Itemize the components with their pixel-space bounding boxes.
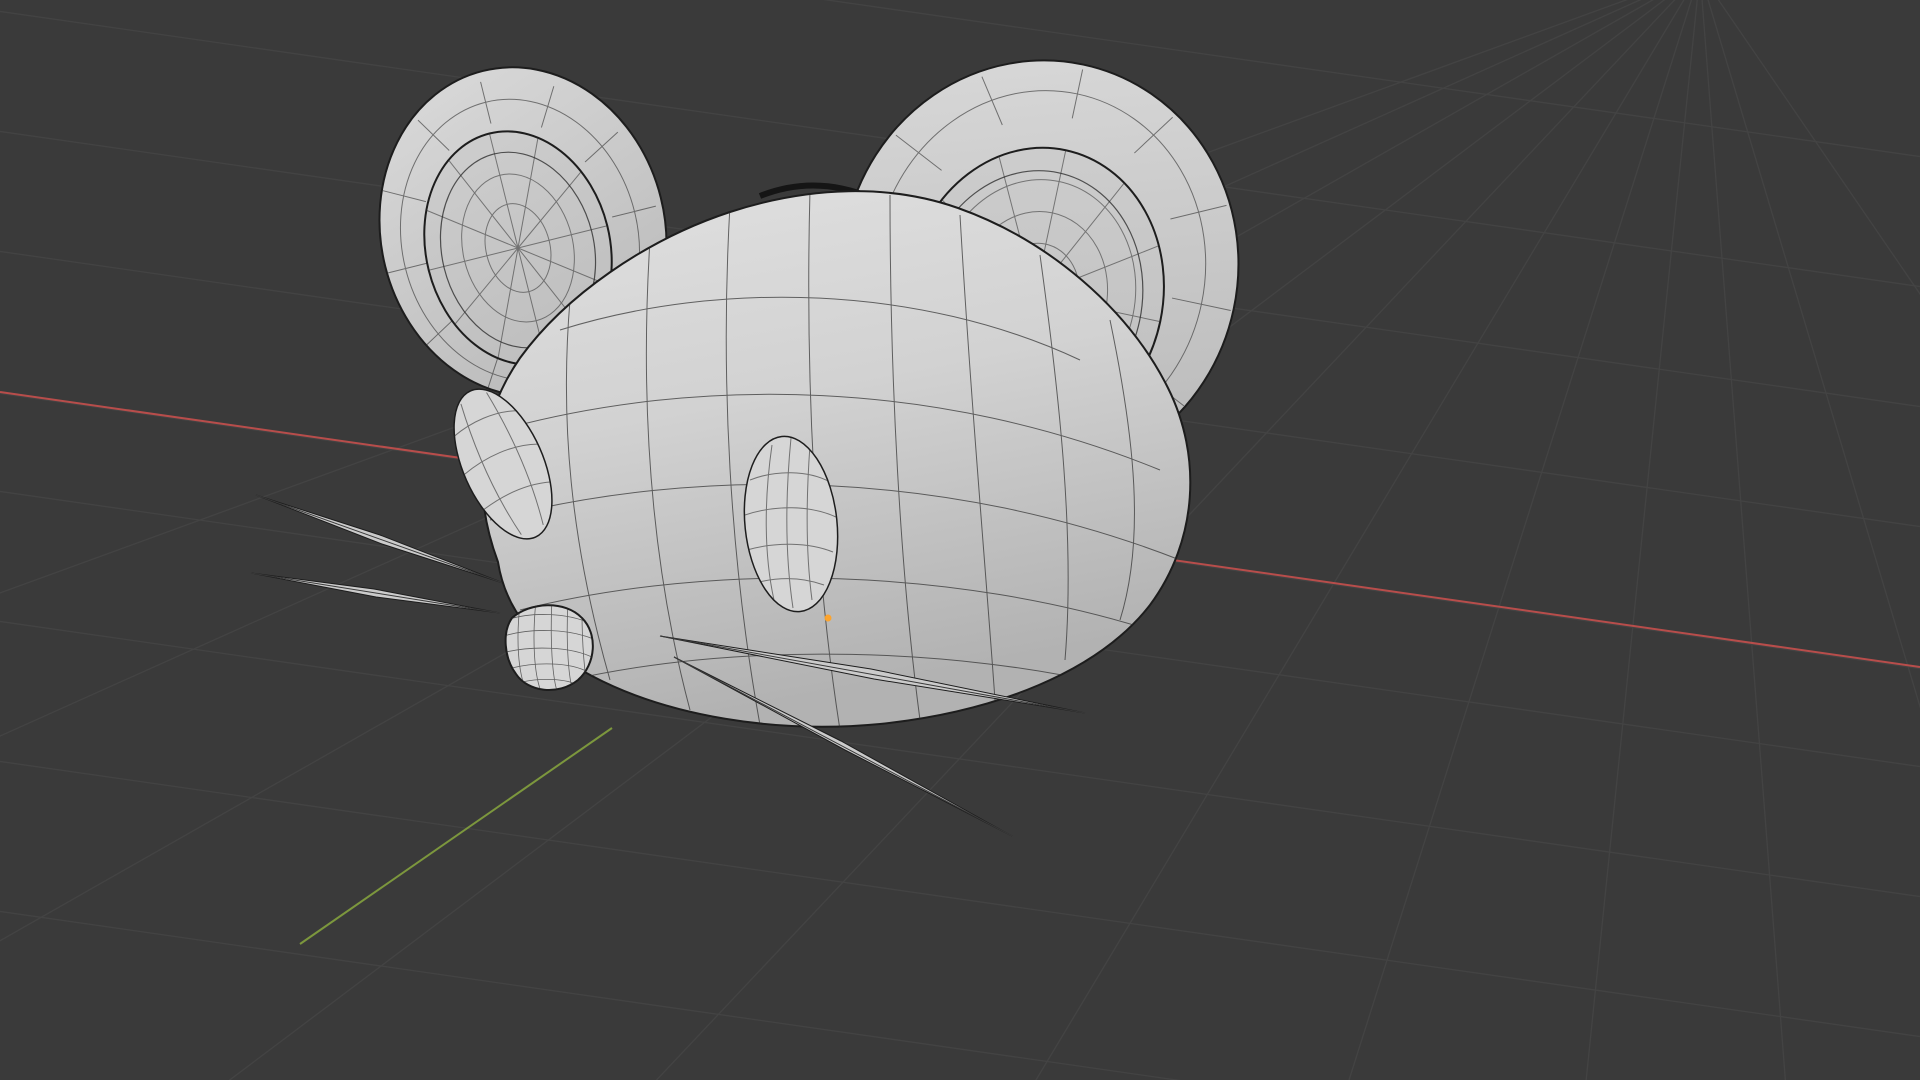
3d-viewport[interactable] xyxy=(0,0,1920,1080)
viewport-canvas xyxy=(0,0,1920,1080)
object-origin-dot xyxy=(824,614,832,622)
